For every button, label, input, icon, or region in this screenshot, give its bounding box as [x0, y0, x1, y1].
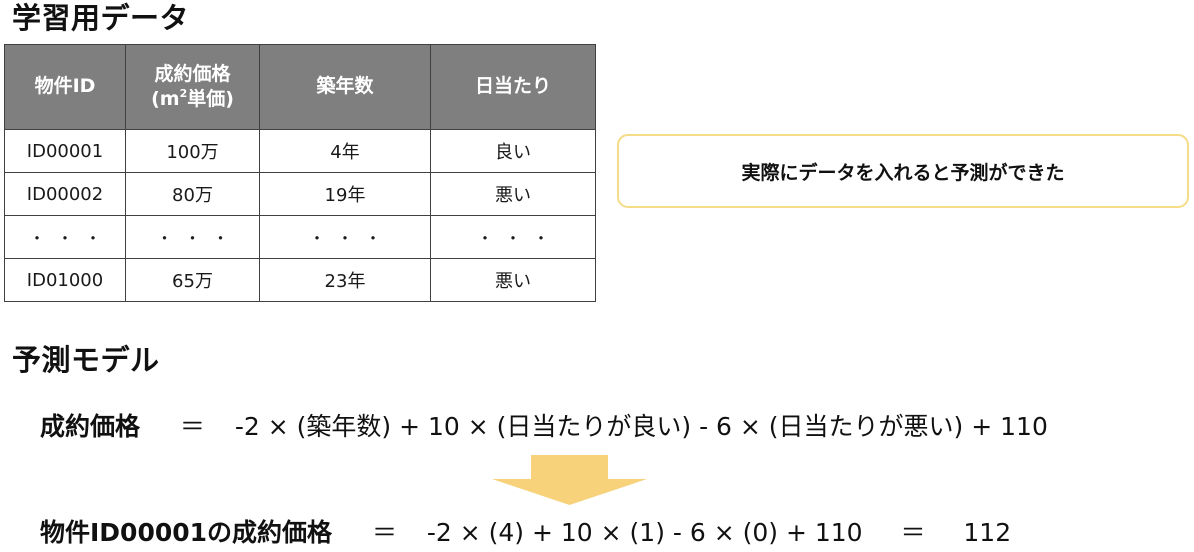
header-contract-price-close: 単価): [187, 87, 234, 110]
cell-age: 4年: [259, 129, 431, 173]
cell-price: 100万: [125, 129, 260, 173]
cell-ellipsis: ・・・: [4, 215, 126, 259]
table-row: ID01000 65万 23年 悪い: [4, 258, 596, 302]
cell-id: ID00001: [4, 129, 126, 173]
down-arrow-shape: [492, 455, 647, 505]
cell-ellipsis: ・・・: [259, 215, 431, 259]
down-arrow-svg: [492, 455, 647, 505]
callout-text: 実際にデータを入れると予測ができた: [741, 161, 1065, 184]
applied-formula-lhs: 物件ID00001の成約価格: [40, 518, 333, 547]
cell-age: 19年: [259, 172, 431, 216]
table-row: ID00001 100万 4年 良い: [4, 129, 596, 173]
cell-ellipsis: ・・・: [125, 215, 260, 259]
down-arrow-icon: [492, 455, 647, 505]
model-formula: 成約価格 ＝ -2 × (築年数) + 10 × (日当たりが良い) - 6 ×…: [40, 414, 1048, 439]
cell-id: ID01000: [4, 258, 126, 302]
cell-sunlight: 悪い: [430, 172, 596, 216]
formula-rhs: -2 × (築年数) + 10 × (日当たりが良い) - 6 × (日当たりが…: [234, 412, 1048, 441]
header-building-age: 築年数: [259, 44, 431, 130]
formula-lhs: 成約価格: [40, 412, 141, 441]
header-sunlight: 日当たり: [430, 44, 596, 130]
prediction-callout: 実際にデータを入れると予測ができた: [617, 134, 1189, 208]
applied-formula-rhs: -2 × (4) + 10 × (1) - 6 × (0) + 110: [426, 518, 863, 547]
cell-id: ID00002: [4, 172, 126, 216]
cell-price: 65万: [125, 258, 260, 302]
table-header-row: 物件ID 成約価格 (m2単価) 築年数 日当たり: [4, 44, 596, 130]
header-contract-price-line1: 成約価格: [154, 62, 231, 85]
cell-price: 80万: [125, 172, 260, 216]
applied-formula-equals: ＝: [371, 518, 397, 547]
prediction-model-title: 予測モデル: [12, 343, 160, 377]
training-data-table: 物件ID 成約価格 (m2単価) 築年数 日当たり ID00001 100万 4…: [4, 44, 596, 302]
applied-formula: 物件ID00001の成約価格 ＝ -2 × (4) + 10 × (1) - 6…: [40, 520, 1011, 545]
cell-age: 23年: [259, 258, 431, 302]
header-property-id: 物件ID: [4, 44, 126, 130]
cell-ellipsis: ・・・: [430, 215, 596, 259]
table-row: ID00002 80万 19年 悪い: [4, 172, 596, 216]
training-data-title: 学習用データ: [12, 1, 190, 35]
applied-formula-equals-2: ＝: [900, 518, 926, 547]
header-contract-price: 成約価格 (m2単価): [125, 44, 260, 130]
cell-sunlight: 良い: [430, 129, 596, 173]
applied-formula-result: 112: [963, 518, 1012, 547]
formula-equals: ＝: [179, 412, 205, 441]
table-row-ellipsis: ・・・ ・・・ ・・・ ・・・: [4, 215, 596, 259]
cell-sunlight: 悪い: [430, 258, 596, 302]
header-contract-price-open: (m: [151, 87, 180, 110]
